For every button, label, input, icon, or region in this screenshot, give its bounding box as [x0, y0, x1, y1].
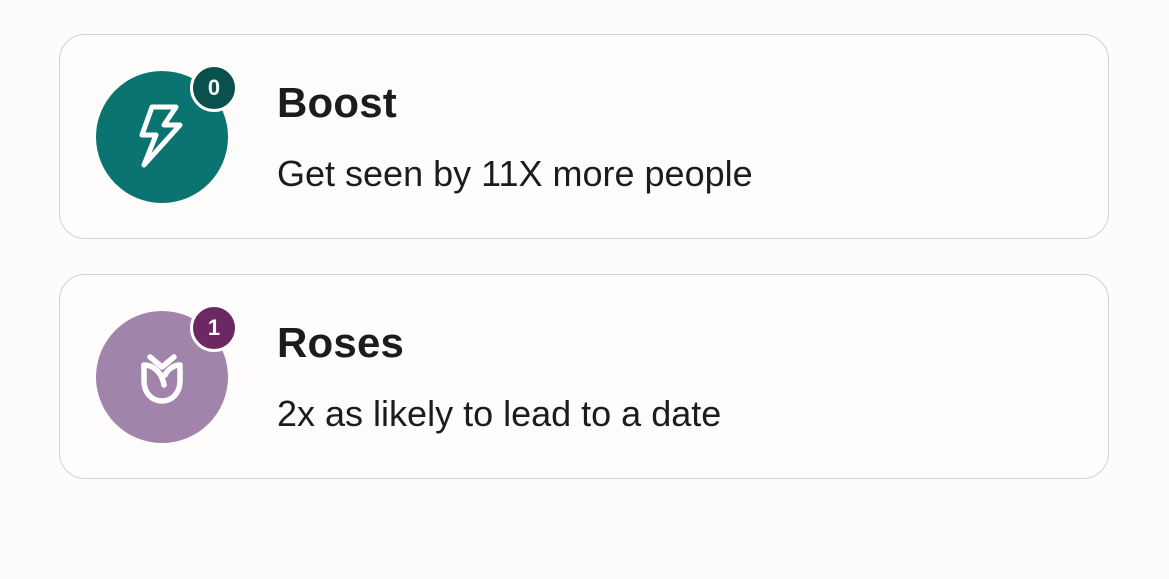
roses-count-badge: 1	[190, 304, 238, 352]
lightning-bolt-icon	[139, 104, 183, 168]
roses-description: 2x as likely to lead to a date	[277, 393, 722, 434]
roses-card[interactable]: 1 Roses 2x as likely to lead to a date	[59, 274, 1109, 479]
rose-icon	[141, 354, 183, 404]
boost-title: Boost	[277, 79, 397, 126]
boost-count-badge: 0	[190, 64, 238, 112]
boost-description: Get seen by 11X more people	[277, 153, 753, 194]
boost-card[interactable]: 0 Boost Get seen by 11X more people	[59, 34, 1109, 239]
boost-icon-container: 0	[96, 64, 238, 203]
roses-title: Roses	[277, 319, 405, 366]
roses-icon-container: 1	[96, 304, 238, 443]
